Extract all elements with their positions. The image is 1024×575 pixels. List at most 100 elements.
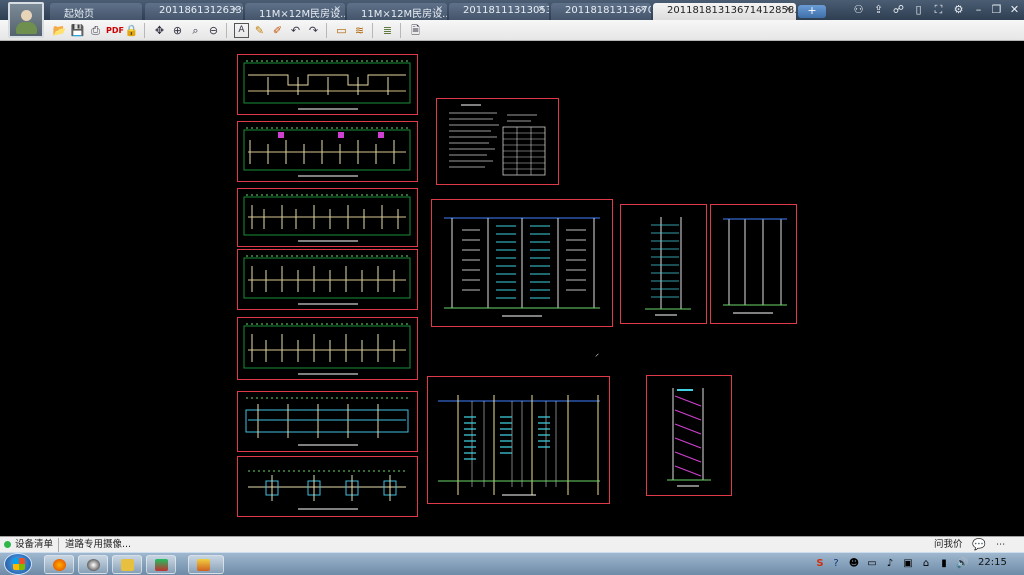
highlighter-icon[interactable]: ✐	[270, 23, 285, 38]
elevation-drawing	[444, 217, 600, 317]
drawing-sheet[interactable]	[237, 121, 418, 182]
zoom-out-icon[interactable]: ⊖	[206, 23, 221, 38]
monitor-icon[interactable]: ▭	[866, 558, 878, 570]
status-item-camera[interactable]: 道路专用摄像...	[58, 538, 131, 552]
zoom-in-icon[interactable]: ⊕	[170, 23, 185, 38]
chat-icon[interactable]: 💬	[972, 538, 986, 552]
undo-icon[interactable]: ↶	[288, 23, 303, 38]
avatar-head	[21, 10, 32, 21]
qq-tray-icon[interactable]: ☻	[848, 558, 860, 570]
minimize-icon[interactable]: –	[970, 2, 987, 18]
tab-file-1[interactable]: 20118613126339...✕	[145, 3, 243, 20]
floor-plan-drawing	[243, 194, 411, 242]
app-tray-icon[interactable]: ▣	[902, 558, 914, 570]
avatar-body	[16, 22, 37, 34]
close-tab-icon[interactable]: ✕	[333, 5, 341, 15]
volume-icon[interactable]: 🔊	[956, 558, 968, 570]
tab-label: 20118181313670...	[565, 5, 651, 16]
open-icon[interactable]: 📂	[52, 23, 67, 38]
drawing-sheet[interactable]	[431, 199, 613, 327]
drawing-sheet[interactable]	[436, 98, 559, 185]
tab-file-4[interactable]: 20118111313053...✕	[449, 3, 549, 20]
app-icon[interactable]	[146, 555, 176, 574]
pencil-icon[interactable]: ✎	[252, 23, 267, 38]
floor-plan-drawing	[243, 127, 411, 177]
more-icon[interactable]: ⋯	[996, 538, 1006, 552]
drawing-sheet[interactable]	[237, 188, 418, 247]
users-icon[interactable]: ⚇	[850, 2, 867, 18]
zoom-window-icon[interactable]: ⌕	[188, 23, 203, 38]
toolbar-separator	[326, 23, 327, 38]
clock[interactable]: 22:15	[978, 557, 1007, 568]
drawing-sheet[interactable]	[237, 249, 418, 310]
floor-plan-drawing	[243, 255, 411, 305]
status-item-equipment[interactable]: 设备清单	[4, 538, 53, 552]
network-icon[interactable]: ⌂	[920, 558, 932, 570]
lock-icon[interactable]: 🔒	[124, 23, 139, 38]
drawing-sheet[interactable]	[427, 376, 610, 504]
close-tab-icon[interactable]: ✕	[231, 5, 239, 15]
start-button[interactable]	[4, 553, 32, 575]
save-icon[interactable]: 💾	[70, 23, 85, 38]
measure-icon[interactable]: ▭	[334, 23, 349, 38]
elevation-drawing	[438, 395, 600, 496]
dimension-icon[interactable]: ≋	[352, 23, 367, 38]
status-item-label: 道路专用摄像...	[65, 539, 132, 550]
pdf-icon[interactable]: PDF	[106, 23, 124, 38]
share-icon[interactable]: ⇪	[870, 2, 887, 18]
avatar[interactable]	[8, 2, 44, 38]
new-tab-button[interactable]: +	[798, 5, 826, 18]
firefox-icon[interactable]	[44, 555, 74, 574]
foundation-plan-drawing	[248, 470, 406, 510]
close-tab-icon[interactable]: ✕	[537, 5, 545, 15]
title-bar: 起始页 20118613126339...✕ 11M×12M民房设...✕ 11…	[0, 0, 1024, 20]
ask-price-button[interactable]: 问我价	[934, 538, 963, 552]
toolbar: 📂 💾 ⎙ PDF 🔒 ✥ ⊕ ⌕ ⊖ A ✎ ✐ ↶ ↷ ▭ ≋ ≣ 🗎	[0, 20, 1024, 41]
side-elevation-drawing	[645, 217, 691, 316]
tab-label: 20118181313671412858.d...	[667, 5, 796, 16]
close-tab-icon[interactable]: ✕	[784, 5, 792, 15]
drawing-sheet[interactable]	[237, 317, 418, 380]
canvas-mark: ⸝	[595, 349, 599, 358]
viewer-icon[interactable]	[188, 555, 224, 574]
feedback-icon[interactable]: ☍	[890, 2, 907, 18]
tab-label: 20118613126339...	[159, 5, 243, 16]
tab-start[interactable]: 起始页	[50, 3, 142, 20]
tab-file-5[interactable]: 20118181313670...✕	[551, 3, 651, 20]
music-icon[interactable]: ♪	[884, 558, 896, 570]
pan-icon[interactable]: ✥	[152, 23, 167, 38]
restore-icon[interactable]: ❐	[988, 2, 1005, 18]
toolbar-separator	[226, 23, 227, 38]
drawing-sheet[interactable]	[237, 391, 418, 452]
print-icon[interactable]: ⎙	[88, 23, 103, 38]
text-icon[interactable]: A	[234, 23, 249, 38]
drawing-canvas[interactable]: ⸝	[0, 42, 1024, 536]
drawing-sheet[interactable]	[620, 204, 707, 324]
signal-icon[interactable]: ▮	[938, 558, 950, 570]
fullscreen-icon[interactable]: ⛶	[930, 2, 947, 18]
help-icon[interactable]: ?	[830, 558, 842, 570]
folder-icon[interactable]	[112, 555, 142, 574]
close-icon[interactable]: ✕	[1006, 2, 1023, 18]
drawing-sheet[interactable]	[237, 456, 418, 517]
drawing-sheet[interactable]	[646, 375, 732, 496]
close-tab-icon[interactable]: ✕	[639, 5, 647, 15]
mobile-icon[interactable]: ▯	[910, 2, 927, 18]
settings-icon[interactable]: ⚙	[950, 2, 967, 18]
close-tab-icon[interactable]: ✕	[435, 5, 443, 15]
tab-file-3[interactable]: 11M×12M民房设... ✕	[347, 3, 447, 20]
tab-file-active[interactable]: 20118181313671412858.d...✕	[653, 3, 796, 20]
online-dot-icon	[4, 541, 11, 548]
stair-section-drawing	[667, 388, 711, 487]
layers-icon[interactable]: ≣	[380, 23, 395, 38]
drawing-sheet[interactable]	[710, 204, 797, 324]
input-method-icon[interactable]: S	[814, 558, 826, 570]
qq-icon[interactable]	[78, 555, 108, 574]
tab-file-2[interactable]: 11M×12M民房设... ✕	[245, 3, 345, 20]
export-icon[interactable]: 🗎	[408, 23, 423, 38]
roof-plan-drawing	[245, 397, 409, 446]
redo-icon[interactable]: ↷	[306, 23, 321, 38]
taskbar: S ? ☻ ▭ ♪ ▣ ⌂ ▮ 🔊 22:15	[0, 552, 1024, 575]
floor-plan-drawing	[243, 60, 411, 110]
drawing-sheet[interactable]	[237, 54, 418, 115]
